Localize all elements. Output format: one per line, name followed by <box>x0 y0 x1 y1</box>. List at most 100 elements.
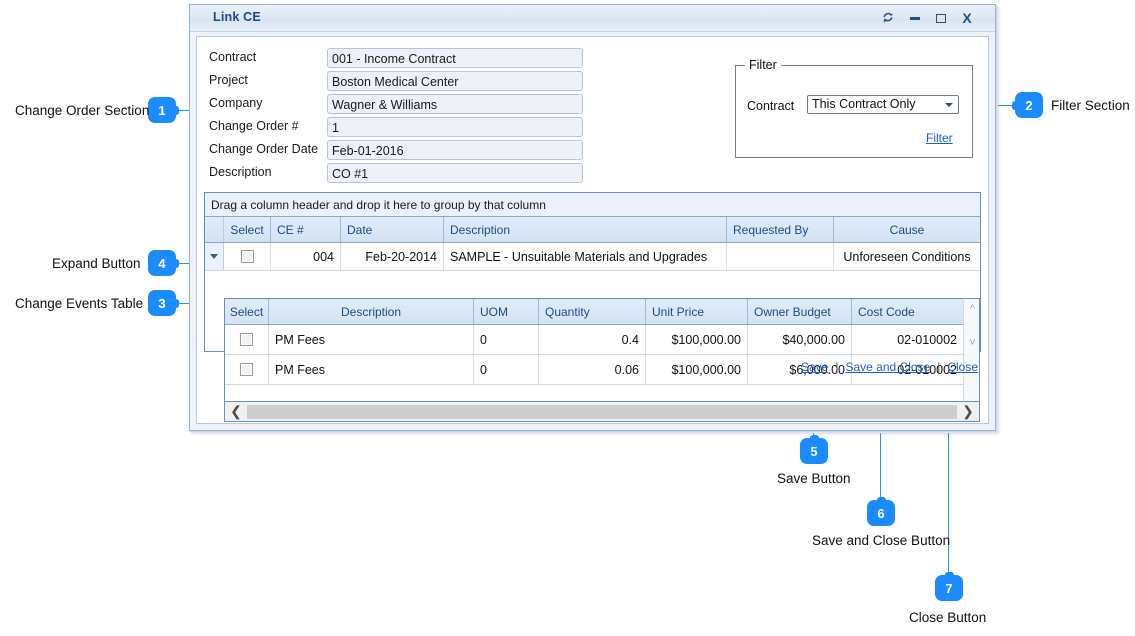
dialog-client-area: Contract 001 - Income Contract Project B… <box>196 36 989 424</box>
table-row[interactable]: 004 Feb-20-2014 SAMPLE - Unsuitable Mate… <box>205 243 980 271</box>
detail-cell-description: PM Fees <box>269 325 474 354</box>
expand-button[interactable] <box>205 243 224 270</box>
column-header-ce-number[interactable]: CE # <box>271 217 341 242</box>
detail-horizontal-scrollbar[interactable]: ❮ ❯ <box>224 402 980 422</box>
detail-column-header-owner-budget[interactable]: Owner Budget <box>748 299 852 324</box>
detail-cell-unit-price: $100,000.00 <box>646 325 748 354</box>
close-button[interactable]: Close <box>947 360 978 374</box>
field-label-contract: Contract <box>209 50 257 64</box>
footer-separator: | <box>835 360 839 374</box>
callout-badge-2: 2 <box>1012 92 1043 118</box>
field-label-change-order-number: Change Order # <box>209 119 299 133</box>
cell-select[interactable] <box>224 243 271 270</box>
change-order-number-field[interactable]: 1 <box>327 117 583 137</box>
detail-column-header-uom[interactable]: UOM <box>474 299 539 324</box>
minimize-icon[interactable] <box>905 9 925 27</box>
change-order-date-field[interactable]: Feb-01-2016 <box>327 140 583 160</box>
grid-header-row: Select CE # Date Description Requested B… <box>205 217 980 243</box>
save-button[interactable]: Save <box>801 360 828 374</box>
callout-label-5: Save Button <box>777 471 851 486</box>
detail-cell-description: PM Fees <box>269 355 474 384</box>
detail-column-header-description[interactable]: Description <box>269 299 474 324</box>
description-field[interactable]: CO #1 <box>327 163 583 183</box>
field-label-description: Description <box>209 165 272 179</box>
detail-cell-select[interactable] <box>225 355 269 384</box>
callout-label-2: Filter Section <box>1051 98 1130 113</box>
contract-field[interactable]: 001 - Income Contract <box>327 48 583 68</box>
scroll-right-icon[interactable]: ❯ <box>957 403 979 420</box>
chevron-down-icon <box>210 254 218 259</box>
cell-requested-by <box>727 243 834 270</box>
minimize-glyph <box>910 16 920 20</box>
callout-badge-6: 6 <box>867 497 895 526</box>
filter-contract-value: This Contract Only <box>812 97 916 111</box>
group-by-panel[interactable]: Drag a column header and drop it here to… <box>205 193 980 217</box>
row-select-checkbox[interactable] <box>240 333 253 346</box>
column-header-requested-by[interactable]: Requested By <box>727 217 834 242</box>
callout-number: 5 <box>810 443 818 459</box>
detail-column-header-quantity[interactable]: Quantity <box>539 299 646 324</box>
callout-number: 7 <box>945 580 953 596</box>
dialog-title: Link CE <box>213 10 261 24</box>
detail-cell-select[interactable] <box>225 325 269 354</box>
dialog-title-bar[interactable]: Link CE X <box>190 5 995 32</box>
field-label-project: Project <box>209 73 248 87</box>
maximize-icon[interactable] <box>931 9 951 27</box>
detail-column-header-unit-price[interactable]: Unit Price <box>646 299 748 324</box>
detail-grid: Select Description UOM Quantity Unit Pri… <box>224 298 963 402</box>
cell-description: SAMPLE - Unsuitable Materials and Upgrad… <box>444 243 727 270</box>
row-select-checkbox[interactable] <box>240 363 253 376</box>
callout-label-6: Save and Close Button <box>812 533 951 548</box>
column-header-description[interactable]: Description <box>444 217 727 242</box>
detail-table-row[interactable]: PM Fees 0 0.4 $100,000.00 $40,000.00 02-… <box>225 325 963 355</box>
detail-header-row: Select Description UOM Quantity Unit Pri… <box>225 299 963 325</box>
scroll-thumb[interactable] <box>247 404 957 419</box>
close-glyph: X <box>962 10 972 26</box>
save-and-close-button[interactable]: Save and Close <box>845 360 930 374</box>
project-field[interactable]: Boston Medical Center <box>327 71 583 91</box>
callout-label-3: Change Events Table <box>15 296 144 311</box>
filter-contract-label: Contract <box>747 99 795 113</box>
change-event-detail-table: Select Description UOM Quantity Unit Pri… <box>224 298 980 402</box>
column-header-select[interactable]: Select <box>224 217 271 242</box>
callout-badge-3: 3 <box>148 290 179 316</box>
expand-column-header <box>205 217 224 242</box>
callout-badge-1: 1 <box>148 97 179 123</box>
callout-number: 2 <box>1025 97 1033 113</box>
scroll-down-icon[interactable]: ˅ <box>967 338 978 349</box>
scroll-up-icon[interactable]: ^ <box>967 304 978 315</box>
callout-label-4: Expand Button <box>52 256 141 271</box>
detail-column-header-cost-code[interactable]: Cost Code <box>852 299 963 324</box>
field-label-change-order-date: Change Order Date <box>209 142 319 156</box>
detail-cell-quantity: 0.4 <box>539 325 646 354</box>
detail-cell-uom: 0 <box>474 355 539 384</box>
refresh-icon[interactable] <box>878 9 898 27</box>
row-select-checkbox[interactable] <box>240 250 254 263</box>
maximize-glyph <box>936 13 946 23</box>
chevron-down-icon <box>945 103 953 107</box>
detail-cell-unit-price: $100,000.00 <box>646 355 748 384</box>
detail-vertical-scrollbar[interactable]: ^ ˅ <box>963 298 980 402</box>
filter-legend: Filter <box>745 58 781 72</box>
callout-badge-7: 7 <box>935 572 963 601</box>
close-icon[interactable]: X <box>957 9 977 27</box>
callout-number: 4 <box>158 255 166 271</box>
callout-number: 1 <box>158 102 166 118</box>
field-label-company: Company <box>209 96 263 110</box>
callout-number: 3 <box>158 295 166 311</box>
link-ce-dialog: Link CE X Contract 001 - Income Contract <box>189 4 996 431</box>
filter-contract-select[interactable]: This Contract Only <box>807 95 959 114</box>
callout-badge-4: 4 <box>148 250 179 276</box>
company-field[interactable]: Wagner & Williams <box>327 94 583 114</box>
column-header-date[interactable]: Date <box>341 217 444 242</box>
detail-column-header-select[interactable]: Select <box>225 299 269 324</box>
column-header-cause[interactable]: Cause <box>834 217 980 242</box>
detail-cell-uom: 0 <box>474 325 539 354</box>
change-order-section: Contract 001 - Income Contract Project B… <box>197 37 988 187</box>
scroll-left-icon[interactable]: ❮ <box>225 403 247 420</box>
filter-apply-link[interactable]: Filter <box>926 131 953 145</box>
detail-cell-owner-budget: $40,000.00 <box>748 325 852 354</box>
cell-cause: Unforeseen Conditions <box>843 249 971 264</box>
change-events-table: Drag a column header and drop it here to… <box>204 192 981 422</box>
callout-label-1: Change Order Section <box>15 103 150 118</box>
